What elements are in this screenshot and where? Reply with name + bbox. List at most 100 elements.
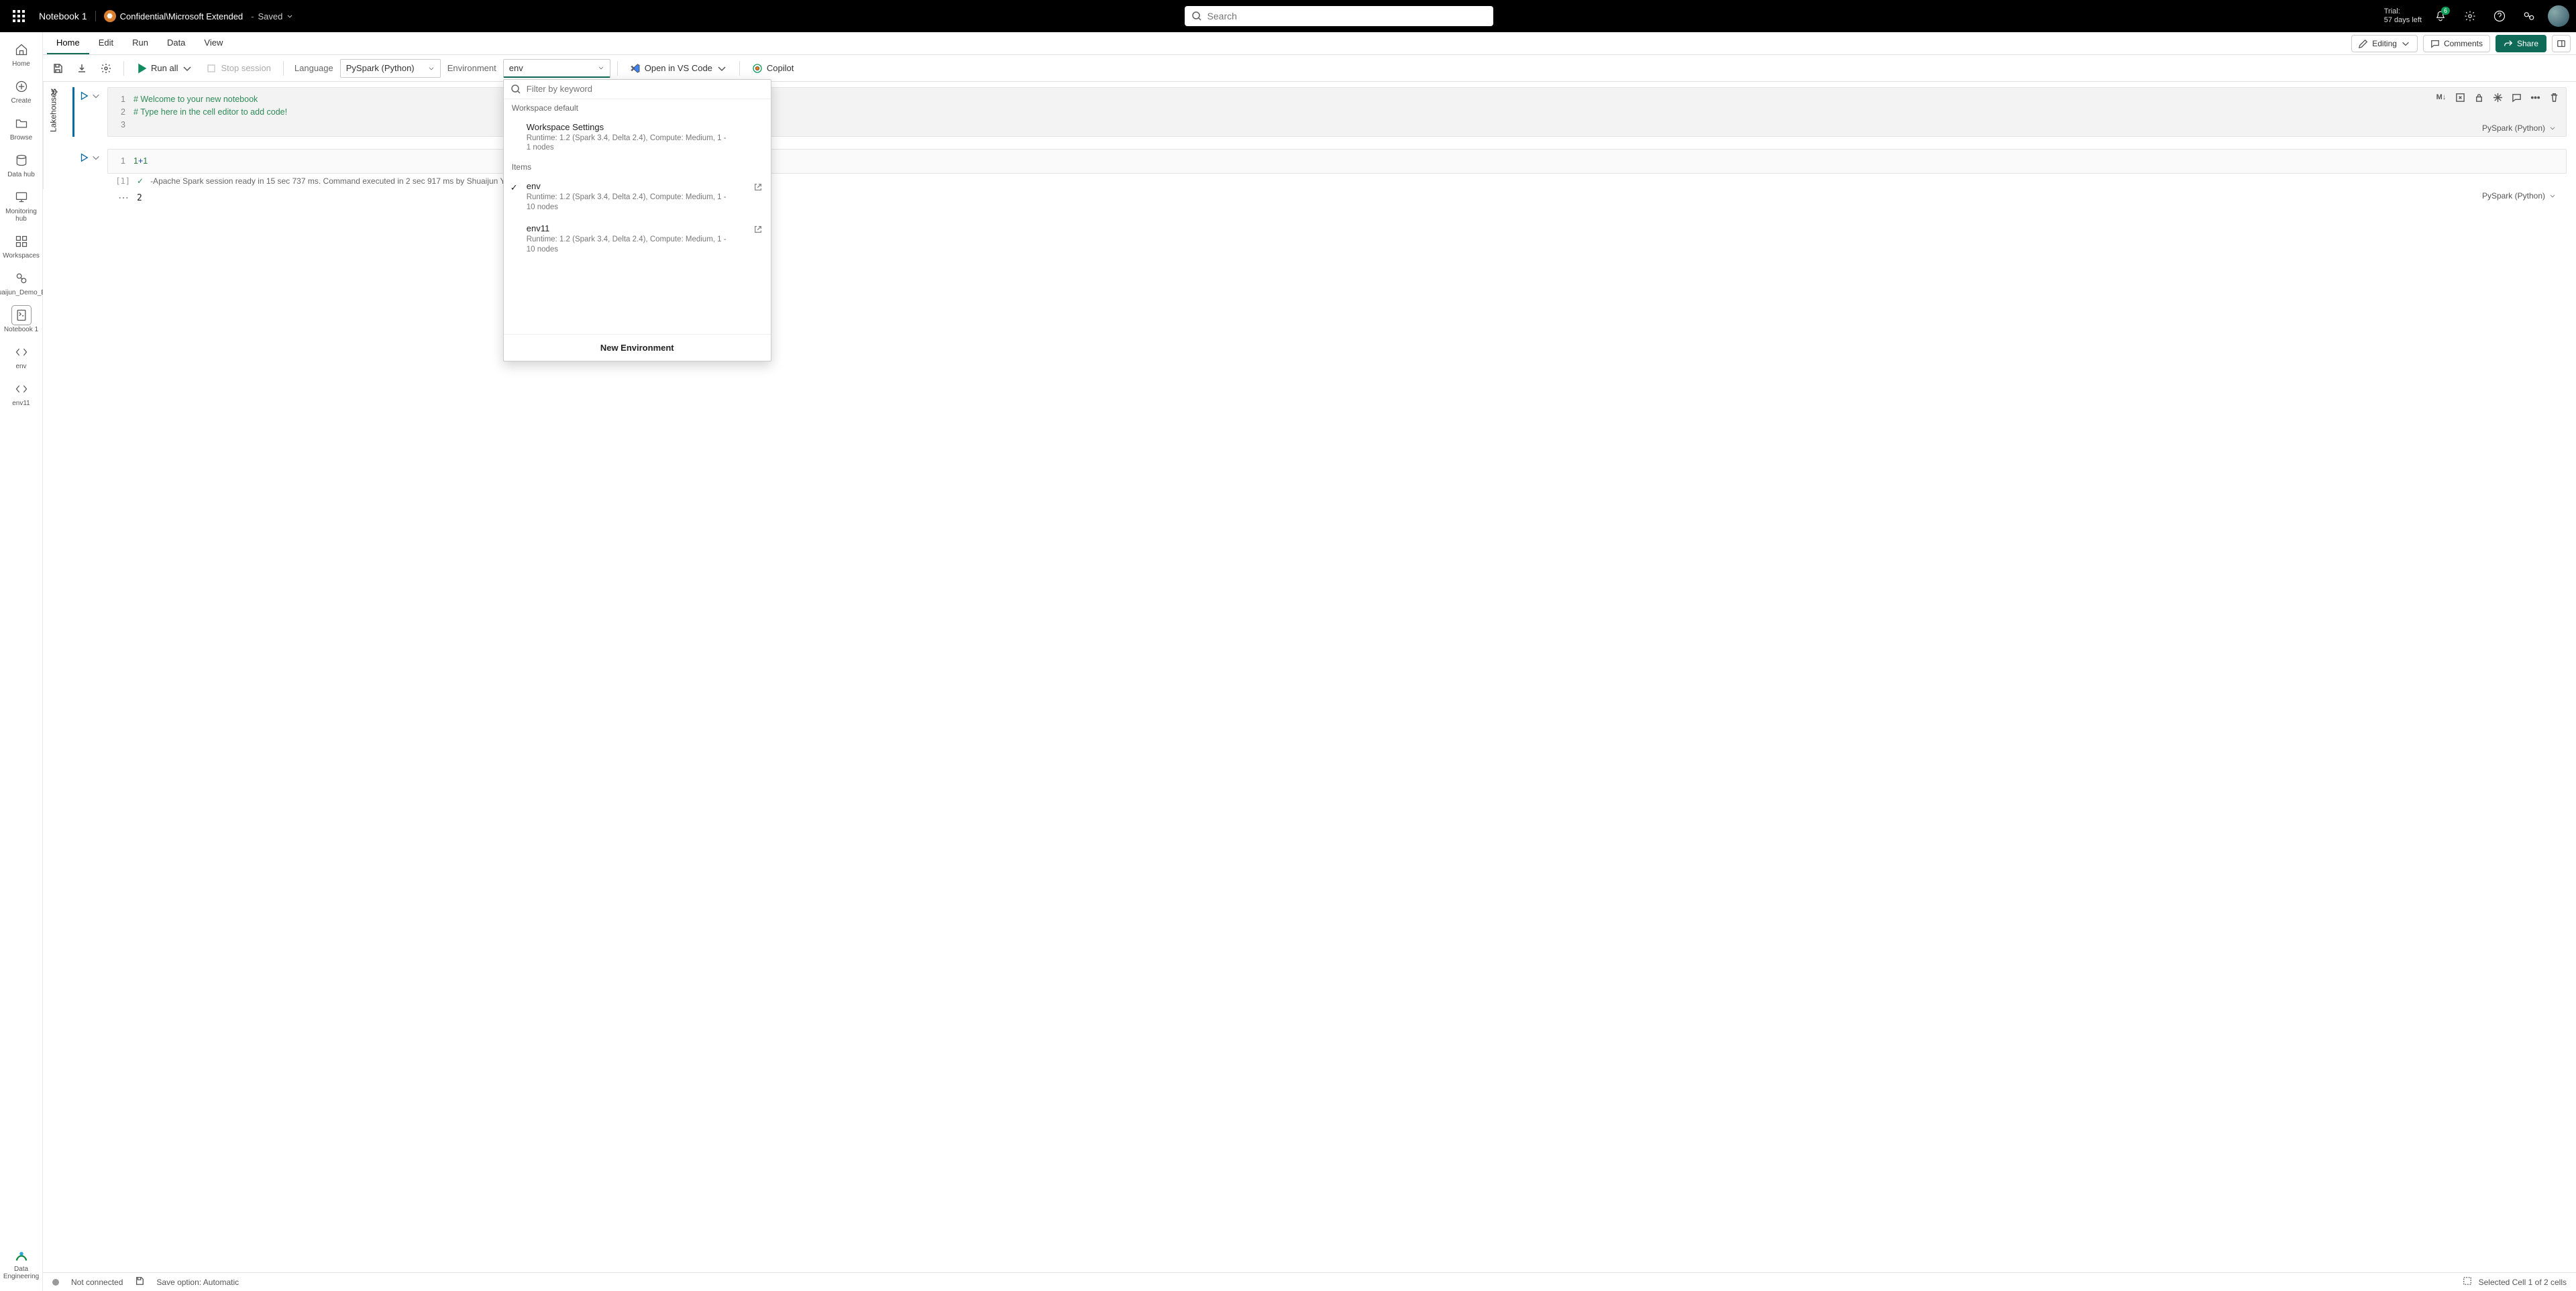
tab-data[interactable]: Data [158,32,195,54]
code-cell-2[interactable]: 1 1+1 PySpark (Python) [1] ✓ -Apache Spa… [75,149,2567,205]
env-item-env[interactable]: ✓ env Runtime: 1.2 (Spark 3.4, Delta 2.4… [504,176,771,218]
rail-home[interactable]: Home [3,36,40,72]
rail-persona-switcher[interactable]: Data Engineering [3,1244,40,1291]
download-button[interactable] [71,59,93,78]
connection-status[interactable]: Not connected [71,1278,123,1287]
cell-selection-status: Selected Cell 1 of 2 cells [2479,1278,2567,1287]
chevron-down-icon [286,13,293,19]
rail-env[interactable]: env [3,339,40,374]
code-icon [15,382,28,396]
open-external-icon[interactable] [753,225,763,236]
stop-session-button: Stop session [201,59,276,78]
rail-shuaijun-demo-env[interactable]: Shuaijun_Demo_Env [3,265,40,300]
chevron-down-icon[interactable] [91,153,101,162]
env-section-workspace-default: Workspace default [504,99,771,117]
tab-edit[interactable]: Edit [89,32,123,54]
plus-circle-icon [15,80,28,93]
environment-label: Environment [443,63,500,73]
cell-language-select[interactable]: PySpark (Python) [2482,123,2556,133]
delete-cell-icon[interactable] [2546,90,2561,105]
copilot-button[interactable]: Copilot [747,59,799,78]
run-all-button[interactable]: Run all [131,59,198,78]
more-icon[interactable] [2528,90,2542,105]
sensitivity-text: Confidential\Microsoft Extended [120,11,244,21]
environment-select[interactable]: env [503,59,610,78]
tab-run[interactable]: Run [123,32,158,54]
chevron-down-icon[interactable] [91,91,101,101]
open-in-vscode-button[interactable]: Open in VS Code [625,59,733,78]
selection-icon [2463,1276,2472,1288]
language-label: Language [290,63,337,73]
comments-button[interactable]: Comments [2423,35,2490,52]
user-avatar[interactable] [2548,5,2569,27]
save-option[interactable]: Save option: Automatic [156,1278,239,1287]
global-search[interactable] [1185,6,1493,26]
search-input[interactable] [1208,11,1487,21]
cell-language-select[interactable]: PySpark (Python) [2482,191,2556,201]
env-section-items: Items [504,158,771,176]
tab-home[interactable]: Home [47,32,89,54]
comment-cell-icon[interactable] [2509,90,2524,105]
notebook-icon [15,308,28,322]
rail-data-hub[interactable]: Data hub [3,147,40,182]
env-filter-row [504,80,771,99]
rail-monitoring-hub[interactable]: Monitoring hub [3,184,40,227]
share-button[interactable]: Share [2496,35,2546,52]
feedback-icon[interactable] [2518,5,2540,27]
app-launcher-icon[interactable] [7,4,31,28]
lakehouses-panel-tab[interactable]: Lakehouses [43,82,63,189]
save-button[interactable] [47,59,68,78]
rail-create[interactable]: Create [3,73,40,109]
chevron-down-icon [598,64,604,71]
code-cell-1[interactable]: M↓ 123 # Welcome to your new notebook # … [75,87,2567,137]
left-rail: Home Create Browse Data hub Monitoring h… [0,32,43,1291]
check-icon: ✓ [137,176,144,186]
saved-status[interactable]: Saved [251,11,293,21]
lock-icon[interactable] [2471,90,2486,105]
editing-mode-button[interactable]: Editing [2351,35,2418,52]
tab-view[interactable]: View [195,32,232,54]
comment-icon [2430,39,2440,48]
chevron-down-icon [716,63,727,74]
copilot-panel-toggle[interactable] [2552,35,2571,52]
env-filter-input[interactable] [527,84,764,94]
save-icon [52,63,63,74]
trial-status: Trial: 57 days left [2384,7,2422,25]
settings-icon[interactable] [2459,5,2481,27]
top-header: Notebook 1 ⬣ Confidential\Microsoft Exte… [0,0,2576,32]
share-icon [2504,39,2513,48]
toolbar: Run all Stop session Language PySpark (P… [0,55,2576,82]
rail-workspaces[interactable]: Workspaces [3,228,40,264]
rail-env11[interactable]: env11 [3,376,40,411]
check-icon: ✓ [511,182,518,193]
help-icon[interactable] [2489,5,2510,27]
env-item-env11[interactable]: env11 Runtime: 1.2 (Spark 3.4, Delta 2.4… [504,218,771,260]
save-icon [135,1276,144,1288]
sensitivity-label[interactable]: ⬣ Confidential\Microsoft Extended [104,10,244,22]
language-select[interactable]: PySpark (Python) [340,59,441,78]
cell-toolbar: M↓ [2434,90,2561,105]
expand-cell-icon[interactable] [2453,90,2467,105]
notebook-title[interactable]: Notebook 1 [39,11,96,21]
code-editor-content[interactable]: 1+1 [131,150,2566,173]
rail-notebook-1[interactable]: Notebook 1 [3,302,40,337]
panel-icon [2557,39,2566,48]
open-external-icon[interactable] [753,182,763,194]
play-icon[interactable] [79,153,89,162]
status-bar: Not connected Save option: Automatic Sel… [43,1272,2576,1291]
markdown-toggle[interactable]: M↓ [2434,90,2449,105]
more-icon[interactable]: ⋯ [107,191,130,205]
chevron-down-icon [428,65,435,72]
new-environment-button[interactable]: New Environment [504,334,771,361]
notebook-settings-button[interactable] [95,59,117,78]
data-engineering-icon [14,1249,29,1264]
notifications-icon[interactable]: 6 [2430,5,2451,27]
chevron-down-icon [2549,125,2556,131]
play-icon[interactable] [79,91,89,101]
freeze-icon[interactable] [2490,90,2505,105]
code-editor-content[interactable]: # Welcome to your new notebook # Type he… [131,88,2566,136]
env-item-workspace-settings[interactable]: Workspace Settings Runtime: 1.2 (Spark 3… [504,117,771,159]
search-icon [1191,11,1202,21]
database-icon [15,154,28,167]
rail-browse[interactable]: Browse [3,110,40,146]
